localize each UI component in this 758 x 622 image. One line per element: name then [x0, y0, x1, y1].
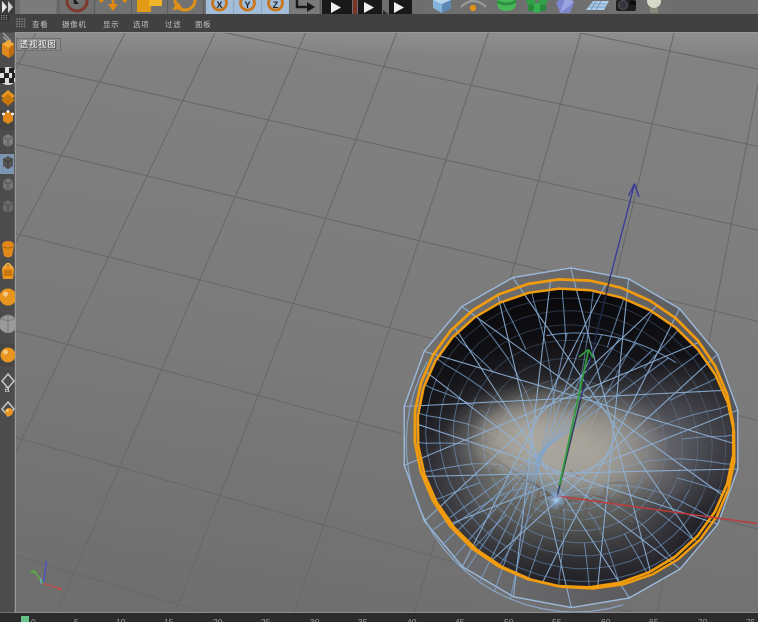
svg-text:X: X — [216, 0, 222, 10]
svg-text:Y: Y — [244, 0, 250, 10]
svg-text:Z: Z — [273, 0, 279, 10]
svg-text:a: a — [4, 384, 9, 394]
